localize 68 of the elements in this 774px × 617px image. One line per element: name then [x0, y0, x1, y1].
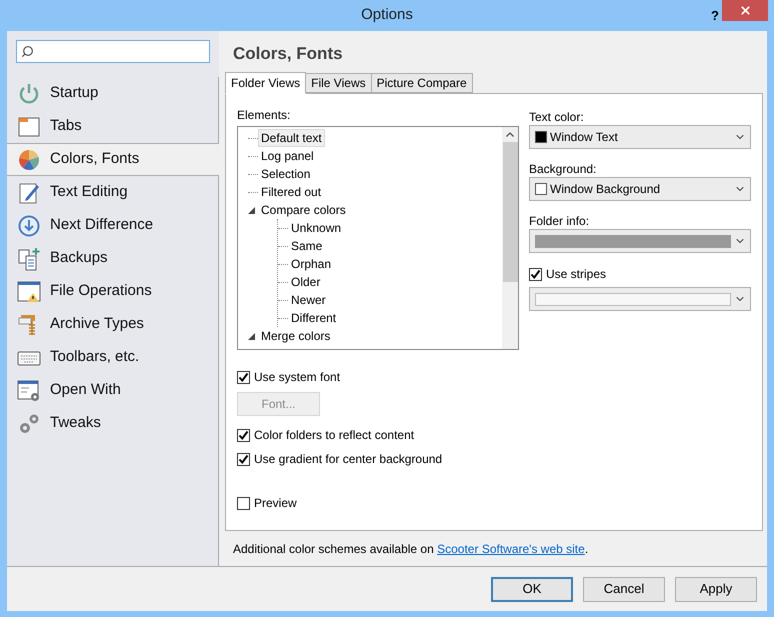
- dialog-button[interactable]: Cancel: [583, 576, 665, 602]
- text-color-label: Text color:: [529, 109, 585, 125]
- window-warning-icon: [17, 280, 41, 304]
- checkbox[interactable]: [237, 496, 250, 510]
- search-field[interactable]: [16, 40, 210, 63]
- checkbox-label: Use stripes: [546, 266, 606, 283]
- search-icon: [21, 45, 34, 58]
- tree-item[interactable]: Default text: [258, 129, 325, 147]
- stripes-color-dropdown[interactable]: [529, 287, 751, 311]
- sidebar-item[interactable]: Open With: [7, 374, 219, 407]
- checkbox[interactable]: [237, 452, 250, 466]
- tree-item[interactable]: Log panel: [258, 147, 317, 165]
- text-color-dropdown[interactable]: Window Text: [529, 125, 751, 149]
- checkbox-label: Use gradient for center background: [254, 451, 442, 468]
- tab[interactable]: Picture Compare: [370, 73, 473, 93]
- checkbox[interactable]: [237, 370, 250, 384]
- expander-icon[interactable]: [248, 206, 255, 214]
- sidebar-item[interactable]: Toolbars, etc.: [7, 341, 219, 374]
- elements-tree[interactable]: Default text Log panel Selection Filtered out Compare colors Unknown Same Orphan Older Newer Different Merge colors: [237, 126, 519, 350]
- sidebar-item[interactable]: Tweaks: [7, 407, 219, 440]
- help-button[interactable]: ?: [711, 6, 719, 26]
- folder-info-label: Folder info:: [529, 213, 590, 229]
- gears-icon: [17, 412, 41, 436]
- footer-note: Additional color schemes available on Scooter Software's web site.: [233, 540, 588, 558]
- tree-item[interactable]: Compare colors: [258, 201, 349, 219]
- close-button[interactable]: [722, 0, 768, 21]
- tree-item[interactable]: Filtered out: [258, 183, 324, 201]
- window-title: Options: [361, 5, 413, 26]
- scroll-up-icon[interactable]: [506, 132, 514, 137]
- background-label: Background:: [529, 161, 598, 177]
- sidebar-item[interactable]: Backups: [7, 242, 219, 275]
- tree-item[interactable]: Selection: [258, 165, 314, 183]
- close-icon: [738, 4, 752, 17]
- tab-window-icon: [17, 114, 41, 138]
- sidebar-item[interactable]: File Operations: [7, 275, 219, 308]
- checkbox-label: Color folders to reflect content: [254, 427, 414, 444]
- sidebar-item[interactable]: Startup: [7, 77, 219, 110]
- checkbox[interactable]: [237, 428, 250, 442]
- background-dropdown[interactable]: Window Background: [529, 177, 751, 201]
- sidebar-item[interactable]: Next Difference: [7, 209, 219, 242]
- checkbox-label: Use system font: [254, 369, 340, 386]
- tree-item[interactable]: Orphan: [288, 255, 334, 273]
- window-gear-icon: [17, 378, 41, 402]
- elements-label: Elements:: [237, 107, 292, 124]
- expander-icon[interactable]: [248, 332, 255, 340]
- dialog-button[interactable]: OK: [491, 576, 573, 602]
- down-arrow-circle-icon: [17, 214, 41, 238]
- sidebar-item[interactable]: Colors, Fonts: [7, 143, 219, 176]
- scrollbar[interactable]: [502, 127, 518, 349]
- tab[interactable]: File Views: [305, 73, 372, 93]
- sidebar-item[interactable]: Text Editing: [7, 176, 219, 209]
- tree-item[interactable]: Different: [288, 309, 340, 327]
- web-site-link[interactable]: Scooter Software's web site: [437, 542, 585, 556]
- checkbox[interactable]: [529, 268, 542, 280]
- tree-item[interactable]: Newer: [288, 291, 329, 309]
- tree-item[interactable]: Older: [288, 273, 324, 291]
- documents-plus-icon: [17, 246, 41, 270]
- dialog-button[interactable]: Apply: [675, 576, 757, 602]
- power-icon: [17, 82, 41, 106]
- notepad-pencil-icon: [17, 180, 41, 204]
- checkbox-label: Preview: [254, 495, 297, 512]
- page-heading: Colors, Fonts: [232, 43, 344, 65]
- tree-item[interactable]: Unknown: [288, 219, 344, 237]
- tree-item[interactable]: Merge colors: [258, 327, 334, 345]
- pie-chart-icon: [17, 148, 41, 172]
- sidebar-item[interactable]: Archive Types: [7, 308, 219, 341]
- tree-item[interactable]: Same: [288, 237, 326, 255]
- tab[interactable]: Folder Views: [225, 72, 306, 94]
